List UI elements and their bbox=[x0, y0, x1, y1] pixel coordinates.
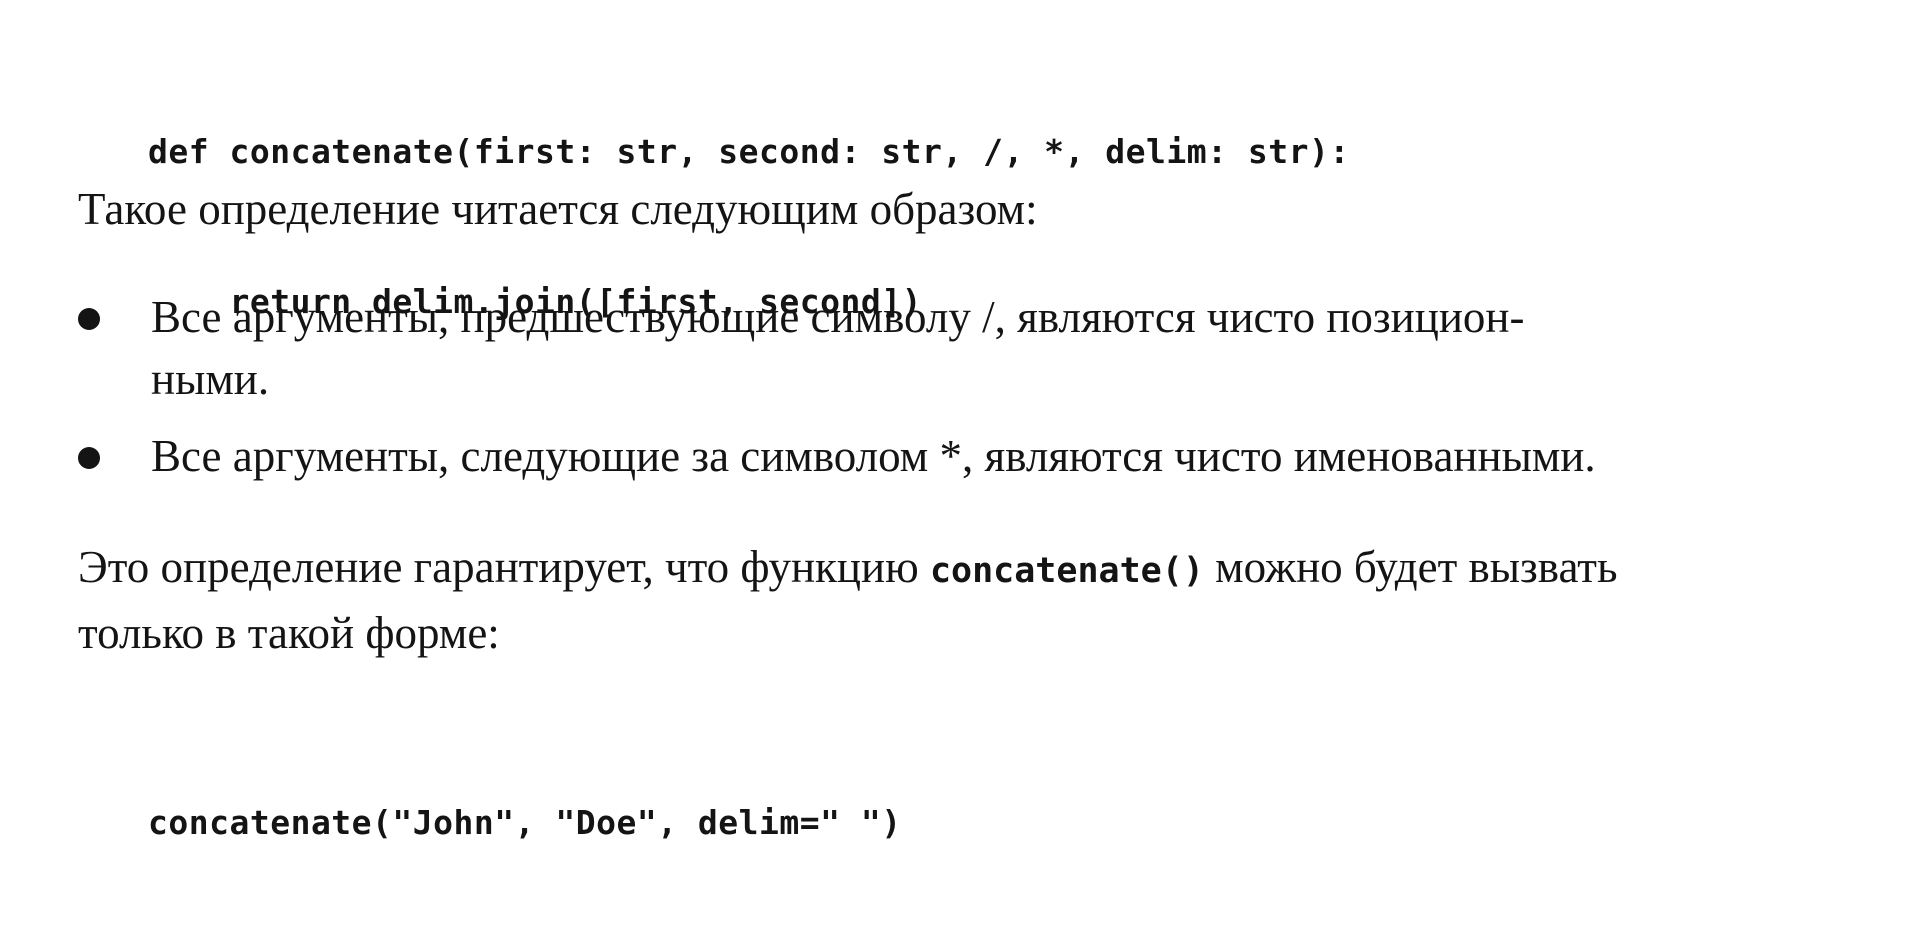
paragraph-line: Это определение гарантирует, что функцию… bbox=[78, 536, 1617, 602]
list-item-text-continued: ными. bbox=[151, 354, 270, 404]
bullet-icon bbox=[78, 447, 100, 469]
paragraph-intro: Такое определение читается следующим обр… bbox=[78, 184, 1038, 234]
code-line: def concatenate(first: str, second: str,… bbox=[148, 132, 1350, 171]
list-item: Все аргументы, следующие за символом *, … bbox=[78, 425, 1868, 487]
document-page: def concatenate(first: str, second: str,… bbox=[0, 0, 1925, 842]
paragraph-line: только в такой форме: bbox=[78, 608, 500, 658]
list-item-text: Все аргументы, предшествующие символу /,… bbox=[151, 292, 1525, 342]
paragraph-text: можно будет вызвать bbox=[1203, 542, 1618, 592]
inline-code: concatenate() bbox=[929, 551, 1204, 591]
list-item-text: Все аргументы, следующие за символом *, … bbox=[151, 431, 1596, 481]
bullet-icon bbox=[78, 308, 100, 330]
list-item: Все аргументы, предшествующие символу /,… bbox=[78, 286, 1868, 410]
paragraph-text: Это определение гарантирует, что функцию bbox=[78, 542, 930, 592]
paragraph-guarantee: Это определение гарантирует, что функцию… bbox=[78, 536, 1617, 664]
code-line: concatenate("John", "Doe", delim=" ") bbox=[148, 803, 902, 842]
code-block-call: concatenate("John", "Doe", delim=" ") bbox=[148, 698, 902, 948]
